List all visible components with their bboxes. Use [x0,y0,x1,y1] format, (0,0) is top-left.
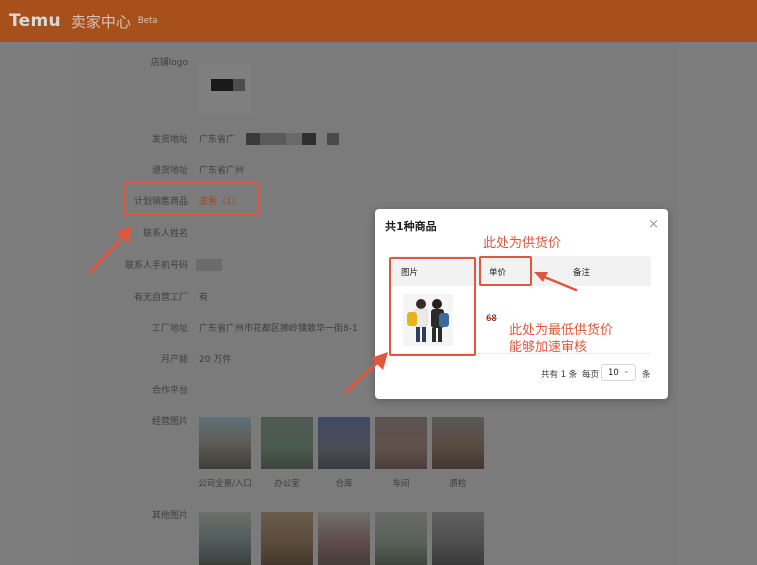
pager-total: 共有 1 条 [541,370,578,380]
biz-image-quality-check[interactable] [432,417,484,469]
highlight-image-column [389,257,476,356]
close-icon[interactable]: × [648,217,659,232]
annotation-supply-price: 此处为供货价 [483,236,562,251]
other-image-5[interactable] [432,512,484,565]
row-store-logo: 店铺logo [76,52,678,72]
label-own-factory: 有无自营工厂 [133,293,188,303]
biz-image-warehouse[interactable] [318,417,370,469]
biz-image-office[interactable] [261,417,313,469]
product-price: 68 [486,314,497,324]
page-size-value: 10 [608,368,619,378]
value-return-address: 广东省广州 [199,166,245,176]
label-business-images: 经营图片 [151,417,188,427]
other-image-1[interactable] [199,512,251,565]
top-bar: Temu 卖家中心 Beta [0,0,757,42]
annotation-arrow-planned-goods [88,226,132,274]
modal-title: 共1种商品 [385,220,437,233]
store-logo-image [199,64,251,114]
highlight-price-column [479,256,532,286]
other-image-2[interactable] [261,512,313,565]
value-factory-address: 广东省广州市花都区狮岭镇致华一街8-1 [199,324,358,334]
page-size-select[interactable]: 10 ⌄ [601,364,636,381]
label-other-images: 其他图片 [151,511,188,521]
annotation-arrow-supply-price [534,272,578,292]
caption-company-entrance: 公司全景/入口 [198,479,252,489]
annotation-lowest-price-line1: 此处为最低供货价 [509,323,614,338]
highlight-planned-goods [123,182,259,215]
caption-office: 办公室 [274,479,300,489]
annotation-lowest-price-line2: 能够加速审核 [509,340,588,355]
label-ship-address: 发货地址 [151,135,188,145]
annotation-arrow-image-column [344,352,388,394]
row-return-address: 退货地址 广东省广州 [76,160,678,180]
row-ship-address: 发货地址 广东省广 [76,129,678,149]
value-monthly-capacity: 20 万件 [199,355,232,365]
label-contact-name: 联系人姓名 [142,229,188,239]
biz-image-workshop[interactable] [375,417,427,469]
label-factory-address: 工厂地址 [151,324,188,334]
brand-logo[interactable]: Temu [9,11,61,31]
caption-quality-check: 质检 [449,479,467,489]
chevron-down-icon: ⌄ [622,366,630,376]
other-image-3[interactable] [318,512,370,565]
beta-badge: Beta [137,15,158,26]
caption-warehouse: 仓库 [335,479,353,489]
pager-unit: 条 [642,370,651,380]
value-own-factory: 有 [199,293,209,303]
value-ship-address: 广东省广 [199,135,236,145]
label-monthly-capacity: 月产能 [160,355,188,365]
caption-workshop: 车间 [392,479,410,489]
brand-subtitle: 卖家中心 [70,12,131,31]
pager-per-page-label: 每页 [582,370,600,380]
label-return-address: 退货地址 [151,166,188,176]
biz-image-company-entrance[interactable] [199,417,251,469]
label-partner-platform: 合作平台 [151,386,188,396]
label-store-logo: 店铺logo [150,58,188,68]
other-image-4[interactable] [375,512,427,565]
